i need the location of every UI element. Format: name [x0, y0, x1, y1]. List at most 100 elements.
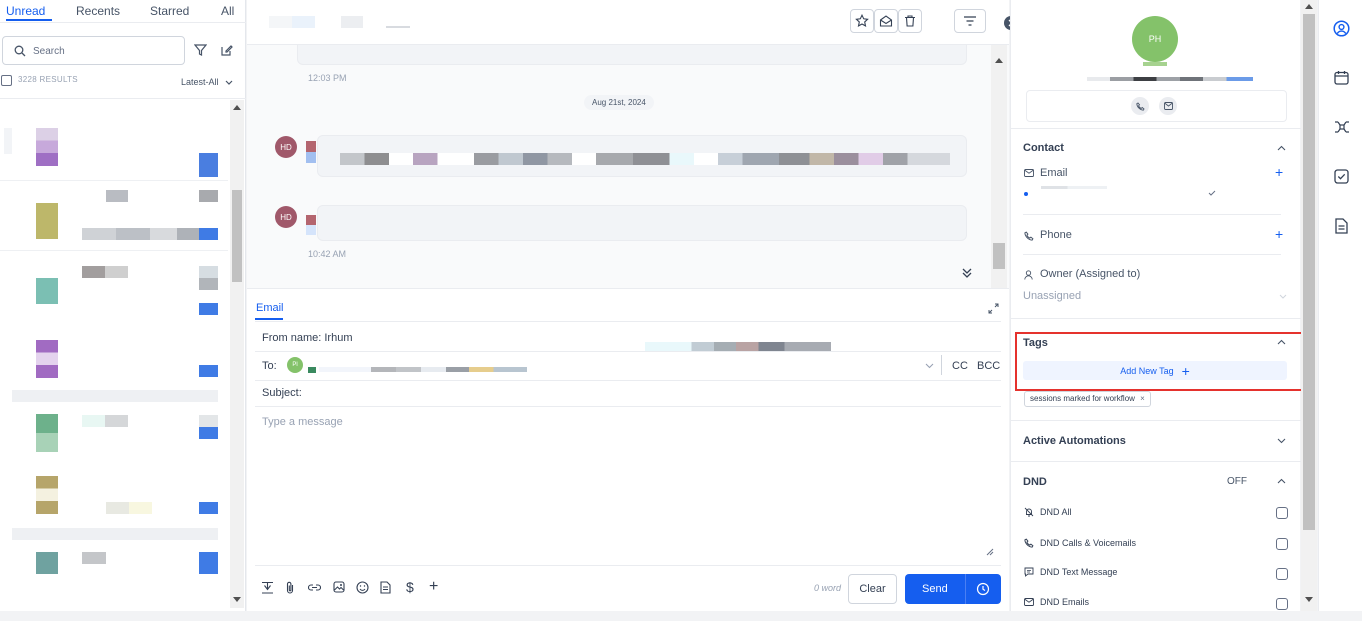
dnd-all-label: DND All [1040, 507, 1072, 517]
dollar-icon[interactable]: $ [406, 580, 414, 594]
section-contact[interactable]: Contact [1023, 142, 1064, 154]
chevron-down-icon[interactable] [925, 363, 934, 369]
remove-tag-icon[interactable]: × [1140, 394, 1145, 403]
divider [255, 406, 1001, 407]
section-dnd[interactable]: DND [1023, 476, 1047, 488]
add-email-icon[interactable]: + [1275, 164, 1283, 180]
send-button[interactable]: Send [905, 574, 1001, 604]
contact-avatar: PH [1132, 16, 1178, 62]
compose-icon[interactable] [220, 44, 233, 56]
email-value[interactable] [1041, 186, 1107, 189]
scroll-to-bottom-icon[interactable] [961, 267, 973, 279]
recipient-status [308, 367, 316, 373]
list-item-badge [199, 266, 218, 290]
list-scrollbar[interactable] [230, 100, 244, 608]
dnd-emails-checkbox[interactable] [1276, 598, 1288, 610]
chevron-down-icon[interactable] [1279, 294, 1287, 299]
add-tag-label: Add New Tag [1120, 365, 1174, 376]
divider [941, 355, 942, 375]
chevron-up-icon[interactable] [1277, 339, 1286, 345]
divider [0, 250, 228, 251]
message-text [340, 153, 950, 165]
scroll-up-icon[interactable] [1305, 3, 1313, 9]
contact-profile-icon[interactable] [1333, 20, 1350, 37]
list-scrollbar-thumb[interactable] [232, 190, 242, 282]
scroll-down-icon[interactable] [1305, 597, 1313, 603]
chevron-down-icon [225, 80, 233, 86]
avatar-initials: HD [280, 142, 292, 152]
delete-button[interactable] [898, 9, 922, 33]
phone-label: Phone [1040, 229, 1072, 241]
email-button[interactable] [1159, 97, 1177, 115]
schedule-clock-icon[interactable] [976, 582, 990, 596]
filter-icon[interactable] [194, 44, 207, 56]
tab-email[interactable]: Email [256, 302, 284, 314]
scroll-up-icon[interactable] [995, 57, 1003, 63]
list-item-text [82, 552, 106, 564]
plus-icon[interactable]: + [429, 579, 438, 595]
resize-handle-icon[interactable] [985, 547, 994, 556]
tab-starred[interactable]: Starred [150, 0, 189, 18]
contact-status [1143, 62, 1167, 66]
date-separator: Aug 21st, 2024 [584, 95, 654, 110]
from-field[interactable]: From name: Irhum [262, 332, 352, 344]
tag-chip: sessions marked for workflow × [1024, 391, 1151, 407]
filter-messages-button[interactable] [954, 9, 986, 33]
thread-scrollbar-thumb[interactable] [993, 243, 1005, 269]
tab-recents[interactable]: Recents [76, 0, 120, 18]
chevron-up-icon[interactable] [1277, 145, 1286, 151]
channel-marker [306, 141, 316, 163]
message-time: 12:03 PM [308, 73, 347, 83]
list-item-badge [199, 502, 218, 514]
message-time: 10:42 AM [308, 249, 347, 259]
workflow-icon[interactable] [1334, 120, 1350, 134]
sort-select[interactable]: Latest-All [181, 77, 233, 87]
attachment-icon[interactable] [285, 581, 295, 594]
search-input[interactable]: Search [2, 36, 185, 65]
mail-icon [1163, 102, 1173, 110]
calendar-icon[interactable] [1334, 70, 1349, 85]
list-item-avatar [36, 203, 58, 239]
image-icon[interactable] [333, 581, 345, 593]
mail-icon [1024, 598, 1034, 606]
channel-marker [306, 215, 316, 235]
add-tag-button[interactable]: Add New Tag + [1023, 361, 1287, 380]
task-check-icon[interactable] [1334, 169, 1349, 184]
cc-button[interactable]: CC [952, 360, 968, 372]
section-tags[interactable]: Tags [1023, 337, 1048, 349]
scroll-down-icon[interactable] [233, 597, 241, 603]
notes-icon[interactable] [1335, 218, 1348, 234]
clear-button[interactable]: Clear [848, 574, 897, 604]
subject-field[interactable]: Subject: [262, 387, 302, 399]
document-icon[interactable] [380, 581, 391, 594]
to-label: To: [262, 360, 277, 372]
text-format-icon[interactable] [261, 581, 274, 594]
chevron-down-icon[interactable] [1277, 438, 1286, 444]
star-button[interactable] [850, 9, 874, 33]
add-phone-icon[interactable]: + [1275, 226, 1283, 242]
owner-select[interactable]: Unassigned [1023, 290, 1081, 302]
select-all-checkbox[interactable] [1, 75, 12, 86]
message-input[interactable]: Type a message [262, 416, 343, 428]
tab-label: All [221, 4, 235, 18]
dnd-text-checkbox[interactable] [1276, 568, 1288, 580]
call-button[interactable] [1131, 97, 1149, 115]
tab-unread[interactable]: Unread [6, 0, 52, 21]
tab-all[interactable]: All [221, 0, 234, 18]
quick-actions [1026, 90, 1287, 122]
scroll-up-icon[interactable] [233, 104, 241, 110]
expand-icon[interactable] [988, 303, 999, 314]
section-automations[interactable]: Active Automations [1023, 435, 1126, 447]
dnd-calls-checkbox[interactable] [1276, 538, 1288, 550]
link-icon[interactable] [308, 583, 321, 592]
tag-label: sessions marked for workflow [1030, 394, 1135, 403]
list-item[interactable] [4, 128, 12, 154]
recipient-email[interactable] [319, 367, 527, 372]
mark-read-button[interactable] [874, 9, 898, 33]
plus-icon: + [1181, 362, 1190, 379]
bcc-button[interactable]: BCC [977, 360, 1000, 372]
emoji-icon[interactable] [356, 581, 369, 594]
details-scrollbar-thumb[interactable] [1303, 14, 1315, 530]
chevron-up-icon[interactable] [1277, 478, 1286, 484]
dnd-all-checkbox[interactable] [1276, 507, 1288, 519]
